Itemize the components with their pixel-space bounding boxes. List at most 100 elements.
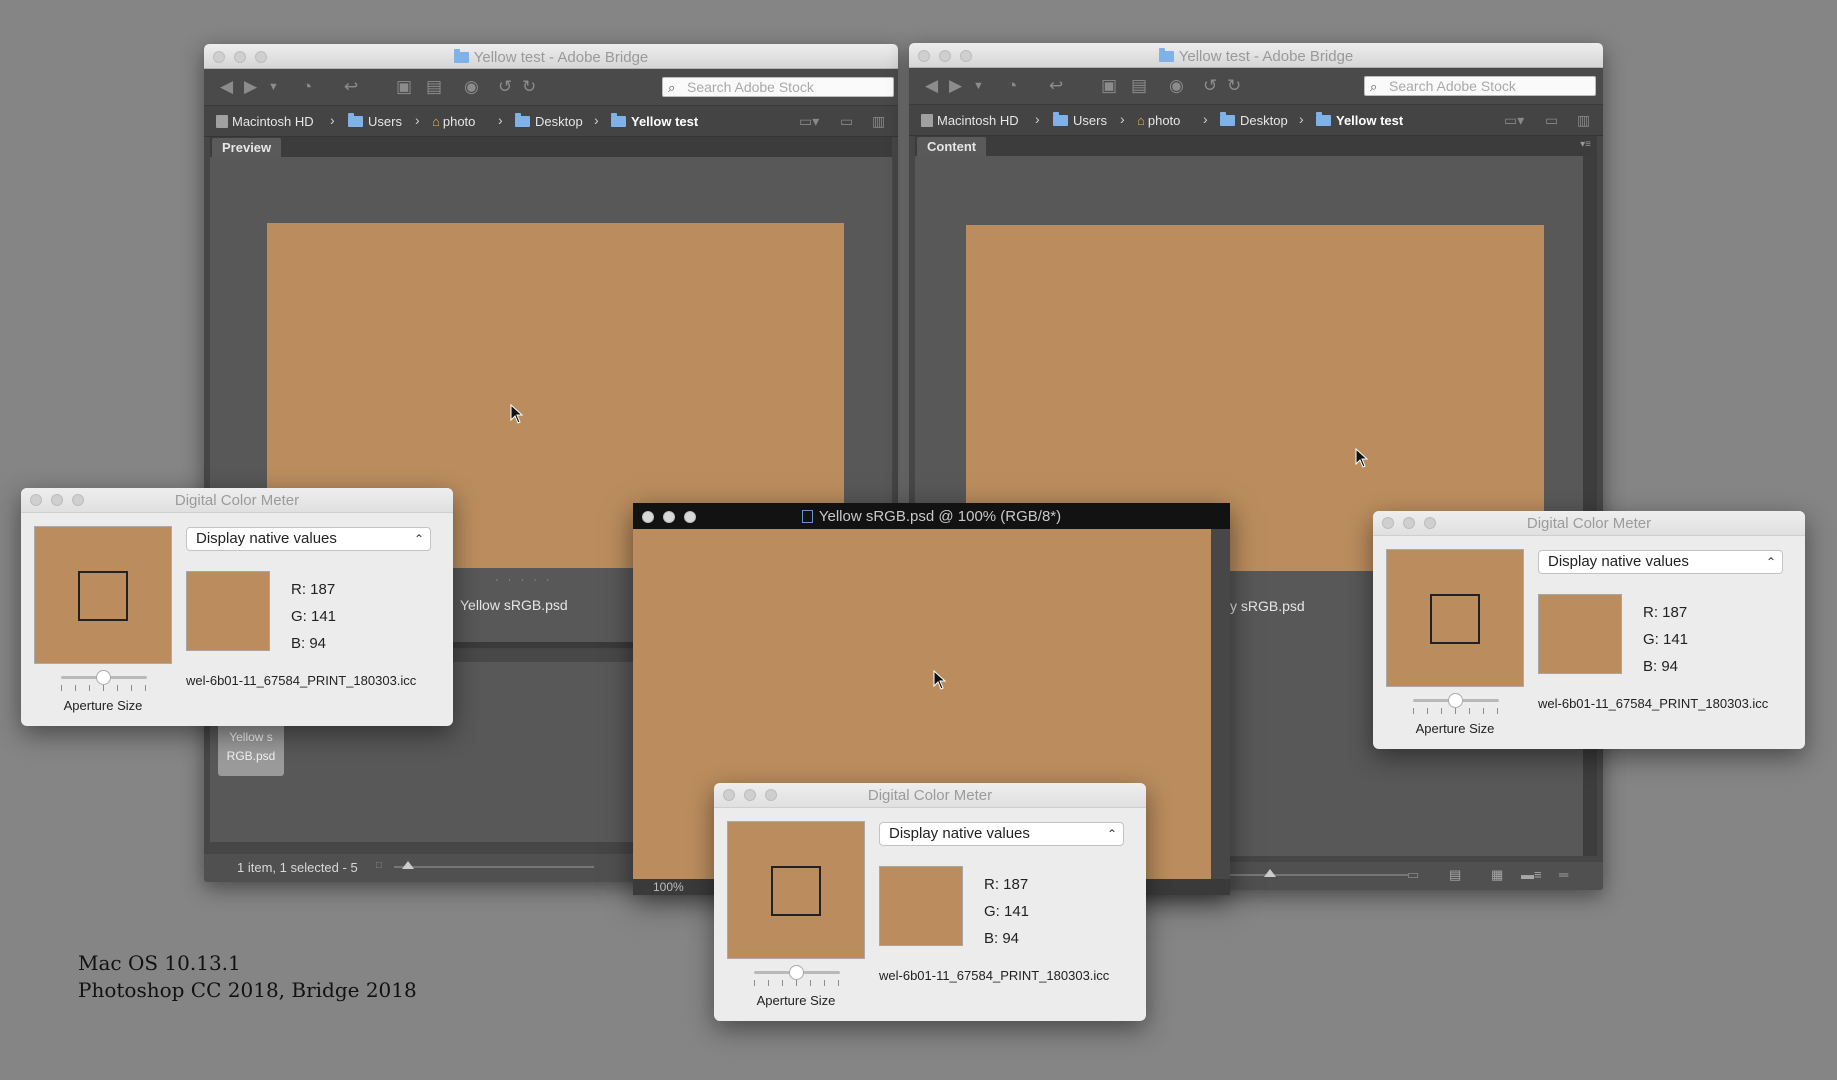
rotate-left-icon[interactable]: ↺: [1203, 77, 1217, 95]
breadcrumb-users[interactable]: Users: [348, 113, 402, 129]
slider-knob[interactable]: [96, 670, 111, 685]
slider-ticks: [61, 685, 147, 691]
window-titlebar[interactable]: Yellow test - Adobe Bridge: [909, 43, 1603, 68]
rgb-values: R: 187 G: 141 B: 94: [984, 871, 1029, 952]
open-in-camera-raw-icon[interactable]: ◉: [1169, 77, 1184, 95]
rotate-right-icon[interactable]: ↻: [522, 78, 536, 96]
breadcrumb-yellow-test[interactable]: Yellow test: [611, 113, 698, 129]
aperture-size-slider[interactable]: [754, 965, 840, 980]
home-icon: ⌂: [1137, 113, 1145, 128]
open-recent-file-icon[interactable]: ▭▾: [1504, 112, 1524, 129]
recent-folders-icon[interactable]: ◔: [1007, 77, 1017, 95]
magnifier-view: [727, 821, 865, 959]
new-folder-icon[interactable]: ▭: [840, 113, 853, 130]
folder-icon: [1158, 48, 1174, 62]
vertical-scrollbar[interactable]: [1211, 529, 1230, 879]
return-icon[interactable]: ↩: [1049, 77, 1063, 95]
preview-panel-header: Preview: [210, 137, 892, 157]
zoom-level[interactable]: 100%: [653, 880, 684, 894]
window-titlebar[interactable]: Yellow test - Adobe Bridge: [204, 44, 898, 69]
toolbar: ◀ ▶ ▼ ◔ ↩ ▣ ▤ ◉ ↺ ↻ ⌕ Search Adobe Stock: [909, 68, 1603, 105]
back-arrow-icon[interactable]: ◀: [925, 77, 938, 95]
display-mode-select[interactable]: Display native values ⌃: [1538, 550, 1783, 574]
search-input[interactable]: ⌕ Search Adobe Stock: [662, 77, 894, 97]
camera-icon[interactable]: ▣: [396, 78, 412, 96]
delete-icon[interactable]: ▥: [1577, 112, 1590, 129]
aperture-size-slider[interactable]: [1413, 693, 1499, 708]
camera-icon[interactable]: ▣: [1101, 77, 1117, 95]
search-input[interactable]: ⌕ Search Adobe Stock: [1364, 76, 1596, 96]
window-titlebar[interactable]: Digital Color Meter: [1373, 511, 1805, 536]
recent-folders-icon[interactable]: ◔: [302, 78, 312, 96]
status-text: 1 item, 1 selected - 5: [237, 860, 358, 875]
aperture-box: [1430, 594, 1480, 644]
document-titlebar[interactable]: Yellow sRGB.psd @ 100% (RGB/8*): [633, 503, 1230, 529]
hard-drive-icon: [921, 114, 933, 127]
delete-icon[interactable]: ▥: [872, 113, 885, 130]
view-as-list-icon[interactable]: ▬≡: [1521, 867, 1542, 882]
window-title: Digital Color Meter: [1526, 515, 1652, 532]
open-recent-file-icon[interactable]: ▭▾: [799, 113, 819, 130]
thumbnail-label-line1: Yellow s: [229, 730, 273, 744]
rotate-right-icon[interactable]: ↻: [1227, 77, 1241, 95]
display-mode-select[interactable]: Display native values ⌃: [186, 527, 431, 551]
rotate-left-icon[interactable]: ↺: [498, 78, 512, 96]
refine-icon[interactable]: ▤: [1131, 77, 1147, 95]
chevron-down-icon[interactable]: ▼: [973, 77, 984, 95]
chevron-right-icon: ›: [1203, 111, 1208, 127]
view-as-thumbnails-icon[interactable]: ▤: [1449, 867, 1461, 883]
breadcrumb-desktop[interactable]: Desktop: [1220, 112, 1288, 128]
breadcrumb-users[interactable]: Users: [1053, 112, 1107, 128]
refine-icon[interactable]: ▤: [426, 78, 442, 96]
chevron-updown-icon: ⌃: [1765, 555, 1776, 569]
digital-color-meter-window[interactable]: Digital Color Meter Aperture Size Displa…: [21, 488, 453, 726]
green-value: G: 141: [291, 608, 337, 625]
slider-knob[interactable]: [1448, 693, 1463, 708]
scrollbar[interactable]: [1583, 156, 1597, 856]
slider-thumb[interactable]: [1264, 869, 1276, 877]
color-sample-swatch: [1538, 594, 1622, 674]
slider-knob[interactable]: [789, 965, 804, 980]
digital-color-meter-window[interactable]: Digital Color Meter Aperture Size Displa…: [1373, 511, 1805, 749]
thumbnail-size-slider[interactable]: [1209, 869, 1409, 877]
slider-thumb[interactable]: [402, 861, 414, 869]
thumbnail-label-line2: RGB.psd: [226, 749, 276, 763]
large-thumb-icon[interactable]: ▭: [1407, 867, 1419, 883]
slider-ticks: [1413, 708, 1499, 714]
aperture-size-slider[interactable]: [61, 670, 147, 685]
breadcrumb-yellow-test[interactable]: Yellow test: [1316, 112, 1403, 128]
thumbnail-size-slider[interactable]: [394, 861, 594, 869]
folder-icon: [515, 113, 530, 127]
resize-dots[interactable]: · · · · ·: [495, 574, 553, 586]
breadcrumb-photo[interactable]: ⌂ photo: [432, 114, 475, 129]
window-title-text: Yellow test - Adobe Bridge: [473, 49, 649, 66]
crumb-label: Desktop: [1240, 113, 1288, 128]
magnifier-view: [1386, 549, 1524, 687]
panel-menu-icon[interactable]: ▾≡: [1580, 139, 1591, 150]
breadcrumb-macintosh-hd[interactable]: Macintosh HD: [216, 114, 314, 129]
new-folder-icon[interactable]: ▭: [1545, 112, 1558, 129]
tab-content[interactable]: Content: [917, 137, 987, 156]
mouse-cursor-icon: [510, 404, 524, 424]
chevron-down-icon[interactable]: ▼: [268, 78, 279, 96]
window-titlebar[interactable]: Digital Color Meter: [21, 488, 453, 513]
breadcrumb-photo[interactable]: ⌂ photo: [1137, 113, 1180, 128]
tab-preview[interactable]: Preview: [212, 138, 282, 157]
forward-arrow-icon[interactable]: ▶: [949, 77, 962, 95]
window-titlebar[interactable]: Digital Color Meter: [714, 783, 1146, 808]
breadcrumb: Macintosh HD › Users › ⌂ photo › Desktop …: [909, 105, 1603, 136]
lock-thumbnail-grid-icon[interactable]: ═: [1559, 867, 1568, 882]
open-in-camera-raw-icon[interactable]: ◉: [464, 78, 479, 96]
digital-color-meter-window[interactable]: Digital Color Meter Aperture Size Displa…: [714, 783, 1146, 1021]
return-icon[interactable]: ↩: [344, 78, 358, 96]
view-as-details-icon[interactable]: ▦: [1491, 867, 1503, 883]
caption-line-1: Mac OS 10.13.1: [78, 951, 241, 975]
back-arrow-icon[interactable]: ◀: [220, 78, 233, 96]
red-value: R: 187: [291, 581, 336, 598]
blue-value: B: 94: [984, 930, 1020, 947]
forward-arrow-icon[interactable]: ▶: [244, 78, 257, 96]
preview-filename: Yellow sRGB.psd: [460, 597, 568, 613]
display-mode-select[interactable]: Display native values ⌃: [879, 822, 1124, 846]
breadcrumb-desktop[interactable]: Desktop: [515, 113, 583, 129]
breadcrumb-macintosh-hd[interactable]: Macintosh HD: [921, 113, 1019, 128]
